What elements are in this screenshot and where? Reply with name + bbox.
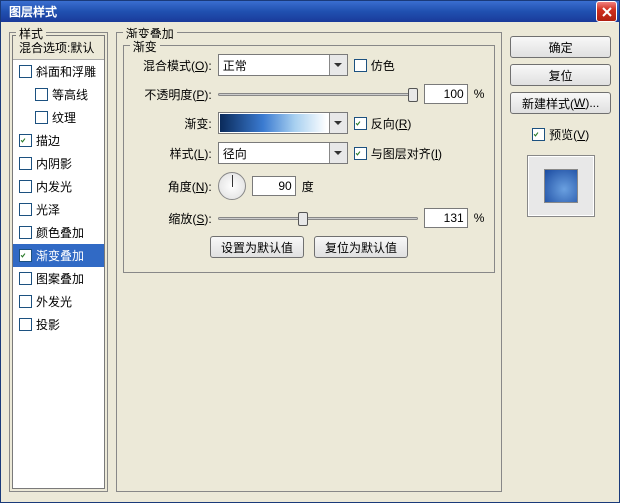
opacity-slider[interactable] <box>218 85 418 103</box>
layer-style-dialog: 图层样式 样式 混合选项:默认 斜面和浮雕等高线纹理描边内阴影内发光光泽颜色叠加… <box>0 0 620 503</box>
preview-checkbox[interactable]: 预览(V) <box>510 126 611 143</box>
scale-unit: % <box>474 211 485 225</box>
options-column: 渐变叠加 渐变 混合模式(O): 正常 <box>116 32 503 492</box>
style-item-label: 颜色叠加 <box>36 224 84 241</box>
style-item[interactable]: 渐变叠加 <box>13 244 104 267</box>
opacity-label: 不透明度(P): <box>134 86 212 103</box>
close-button[interactable] <box>596 1 617 22</box>
checkbox-icon[interactable] <box>19 249 32 262</box>
checkbox-icon[interactable] <box>19 226 32 239</box>
chevron-down-icon <box>329 55 347 75</box>
style-item-label: 等高线 <box>52 86 88 103</box>
align-layer-checkbox[interactable]: 与图层对齐(I) <box>354 145 442 162</box>
style-item[interactable]: 外发光 <box>13 290 104 313</box>
dither-checkbox[interactable]: 仿色 <box>354 57 395 74</box>
style-item-label: 渐变叠加 <box>36 247 84 264</box>
style-item[interactable]: 斜面和浮雕 <box>13 60 104 83</box>
styles-groupbox: 样式 混合选项:默认 斜面和浮雕等高线纹理描边内阴影内发光光泽颜色叠加渐变叠加图… <box>9 32 108 492</box>
actions-column: 确定 复位 新建样式(W)... 预览(V) <box>510 32 611 492</box>
checkbox-icon <box>354 147 367 160</box>
angle-unit: 度 <box>302 178 314 195</box>
style-item-label: 投影 <box>36 316 60 333</box>
checkbox-icon <box>354 117 367 130</box>
style-item[interactable]: 投影 <box>13 313 104 336</box>
style-item-label: 图案叠加 <box>36 270 84 287</box>
preview-label: 预览(V) <box>549 126 589 143</box>
preview-swatch-frame <box>527 155 595 217</box>
style-item-label: 内发光 <box>36 178 72 195</box>
reverse-label: 反向(R) <box>371 115 412 132</box>
style-item-label: 描边 <box>36 132 60 149</box>
cancel-button[interactable]: 复位 <box>510 64 611 86</box>
chevron-down-icon <box>329 113 347 133</box>
checkbox-icon[interactable] <box>19 318 32 331</box>
dialog-body: 样式 混合选项:默认 斜面和浮雕等高线纹理描边内阴影内发光光泽颜色叠加渐变叠加图… <box>1 22 619 502</box>
preview-swatch <box>544 169 578 203</box>
window-title: 图层样式 <box>9 3 596 20</box>
checkbox-icon[interactable] <box>19 180 32 193</box>
checkbox-icon[interactable] <box>35 111 48 124</box>
blend-mode-select[interactable]: 正常 <box>218 54 348 76</box>
style-select[interactable]: 径向 <box>218 142 348 164</box>
style-item[interactable]: 内发光 <box>13 175 104 198</box>
blend-mode-value: 正常 <box>223 57 247 74</box>
blend-mode-label: 混合模式(O): <box>134 57 212 74</box>
styles-list[interactable]: 混合选项:默认 斜面和浮雕等高线纹理描边内阴影内发光光泽颜色叠加渐变叠加图案叠加… <box>12 35 105 489</box>
angle-dial[interactable] <box>218 172 246 200</box>
checkbox-icon[interactable] <box>19 295 32 308</box>
gradient-preview-icon <box>220 114 327 132</box>
style-item-label: 外发光 <box>36 293 72 310</box>
style-item[interactable]: 描边 <box>13 129 104 152</box>
checkbox-icon[interactable] <box>19 65 32 78</box>
style-item[interactable]: 图案叠加 <box>13 267 104 290</box>
angle-input[interactable] <box>252 176 296 196</box>
checkbox-icon[interactable] <box>19 272 32 285</box>
opacity-input[interactable] <box>424 84 468 104</box>
scale-label: 缩放(S): <box>134 210 212 227</box>
style-item[interactable]: 纹理 <box>13 106 104 129</box>
style-item[interactable]: 光泽 <box>13 198 104 221</box>
new-style-button[interactable]: 新建样式(W)... <box>510 92 611 114</box>
style-item-label: 内阴影 <box>36 155 72 172</box>
scale-input[interactable] <box>424 208 468 228</box>
styles-group-title: 样式 <box>16 25 46 42</box>
checkbox-icon[interactable] <box>19 157 32 170</box>
angle-label: 角度(N): <box>134 178 212 195</box>
style-item[interactable]: 内阴影 <box>13 152 104 175</box>
gradient-subgroup-title: 渐变 <box>130 38 160 55</box>
chevron-down-icon <box>329 143 347 163</box>
style-label: 样式(L): <box>134 145 212 162</box>
style-item-label: 斜面和浮雕 <box>36 63 96 80</box>
ok-button[interactable]: 确定 <box>510 36 611 58</box>
reverse-checkbox[interactable]: 反向(R) <box>354 115 412 132</box>
checkbox-icon[interactable] <box>35 88 48 101</box>
checkbox-icon <box>532 128 545 141</box>
gradient-subgroup: 渐变 混合模式(O): 正常 仿色 <box>123 45 496 273</box>
gradient-label: 渐变: <box>134 115 212 132</box>
scale-slider[interactable] <box>218 209 418 227</box>
titlebar[interactable]: 图层样式 <box>1 1 619 22</box>
style-item-label: 纹理 <box>52 109 76 126</box>
dither-label: 仿色 <box>371 57 395 74</box>
gradient-picker[interactable] <box>218 112 348 134</box>
style-item[interactable]: 颜色叠加 <box>13 221 104 244</box>
reset-default-button[interactable]: 复位为默认值 <box>314 236 408 258</box>
checkbox-icon[interactable] <box>19 203 32 216</box>
style-item[interactable]: 等高线 <box>13 83 104 106</box>
style-item-label: 光泽 <box>36 201 60 218</box>
style-value: 径向 <box>223 145 247 162</box>
close-icon <box>602 7 612 17</box>
checkbox-icon <box>354 59 367 72</box>
styles-column: 样式 混合选项:默认 斜面和浮雕等高线纹理描边内阴影内发光光泽颜色叠加渐变叠加图… <box>9 32 108 492</box>
gradient-overlay-groupbox: 渐变叠加 渐变 混合模式(O): 正常 <box>116 32 503 492</box>
opacity-unit: % <box>474 87 485 101</box>
align-layer-label: 与图层对齐(I) <box>371 145 442 162</box>
checkbox-icon[interactable] <box>19 134 32 147</box>
set-default-button[interactable]: 设置为默认值 <box>210 236 304 258</box>
